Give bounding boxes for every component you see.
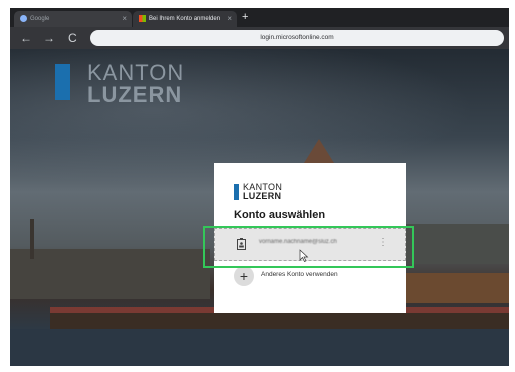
close-tab-icon[interactable]: ×	[122, 11, 127, 27]
google-favicon-icon	[20, 14, 27, 22]
back-button[interactable]: ←	[20, 30, 32, 46]
use-another-account-label: Anderes Konto verwenden	[261, 271, 338, 278]
close-tab-icon[interactable]: ×	[227, 11, 232, 27]
page-content: KANTON LUZERN KANTON LUZERN Konto auswäh…	[10, 49, 509, 366]
dialog-title: Konto auswählen	[234, 209, 326, 221]
tab-label: Google	[30, 16, 50, 22]
lake-water	[10, 329, 509, 366]
kanton-logo-bar	[55, 64, 70, 100]
reload-button[interactable]: C	[68, 30, 77, 46]
tab-label: Bei Ihrem Konto anmelden	[149, 16, 221, 22]
tab-sign-in[interactable]: Bei Ihrem Konto anmelden ×	[133, 11, 237, 27]
tab-strip: Google × Bei Ihrem Konto anmelden × +	[10, 8, 509, 27]
microsoft-favicon-icon	[139, 14, 146, 22]
buildings-left	[10, 249, 210, 299]
new-tab-button[interactable]: +	[242, 9, 248, 25]
forward-button[interactable]: →	[43, 30, 55, 46]
bridge-deck	[50, 313, 509, 329]
bridge-roof	[404, 273, 509, 303]
dialog-logo-line2: LUZERN	[243, 191, 282, 201]
church-spire	[30, 219, 34, 259]
address-bar[interactable]: login.microsoftonline.com	[90, 30, 504, 46]
brand-line2: LUZERN	[87, 82, 183, 107]
tab-google[interactable]: Google ×	[14, 11, 132, 27]
dialog-logo-bar	[234, 184, 239, 200]
mouse-pointer-icon	[299, 249, 309, 262]
screen: Google × Bei Ihrem Konto anmelden × + ← …	[10, 8, 509, 366]
plus-icon: +	[234, 266, 254, 286]
brand-line1: KANTON	[87, 60, 185, 85]
browser-toolbar: ← → C login.microsoftonline.com	[10, 27, 509, 49]
